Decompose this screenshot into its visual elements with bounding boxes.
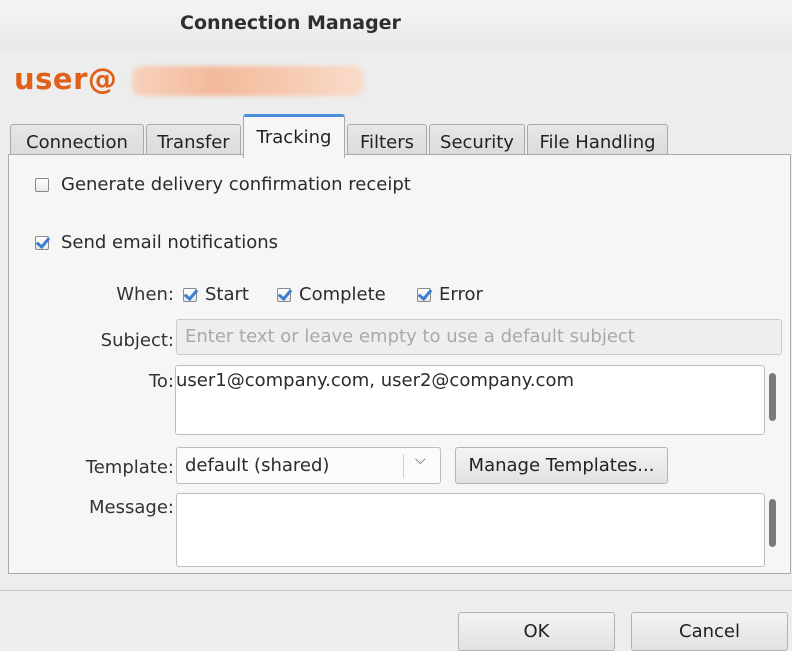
template-select[interactable]: default (shared) ⌵ xyxy=(176,447,441,484)
checkbox-checked-icon xyxy=(183,287,197,302)
when-error-checkbox[interactable]: Error xyxy=(417,284,483,305)
checkbox-checked-icon xyxy=(417,287,431,302)
to-scrollbar[interactable] xyxy=(769,373,776,421)
redacted-host xyxy=(132,66,364,96)
when-error-label: Error xyxy=(439,284,483,305)
subject-placeholder: Enter text or leave empty to use a defau… xyxy=(185,326,635,347)
subject-label: Subject: xyxy=(100,330,174,351)
delivery-receipt-label: Generate delivery confirmation receipt xyxy=(61,174,411,195)
when-label: When: xyxy=(116,284,174,305)
footer-divider xyxy=(0,590,792,591)
checkbox-checked-icon xyxy=(35,235,49,250)
select-divider xyxy=(403,454,404,478)
tab-tracking[interactable]: Tracking xyxy=(243,114,345,158)
connection-user-label: user@ xyxy=(14,62,118,96)
when-start-checkbox[interactable]: Start xyxy=(183,284,249,305)
checkbox-checked-icon xyxy=(277,287,291,302)
manage-templates-button[interactable]: Manage Templates... xyxy=(455,447,668,484)
email-notifications-label: Send email notifications xyxy=(61,232,279,253)
message-textarea[interactable] xyxy=(176,493,765,567)
when-start-label: Start xyxy=(205,284,249,305)
email-notifications-checkbox[interactable]: Send email notifications xyxy=(35,232,278,253)
delivery-receipt-checkbox[interactable]: Generate delivery confirmation receipt xyxy=(35,174,411,195)
checkbox-unchecked-icon xyxy=(35,177,49,192)
subject-input[interactable]: Enter text or leave empty to use a defau… xyxy=(176,319,782,355)
to-textarea[interactable]: user1@company.com, user2@company.com xyxy=(175,365,765,435)
template-label: Template: xyxy=(85,457,174,478)
tab-bar: Connection Transfer Tracking Filters Sec… xyxy=(10,114,670,160)
ok-button[interactable]: OK xyxy=(458,612,615,651)
message-label: Message: xyxy=(89,497,174,518)
when-complete-checkbox[interactable]: Complete xyxy=(277,284,386,305)
cancel-button[interactable]: Cancel xyxy=(631,612,788,651)
chevron-down-icon: ⌵ xyxy=(415,452,426,468)
when-complete-label: Complete xyxy=(299,284,386,305)
to-label: To: xyxy=(148,371,174,392)
message-scrollbar[interactable] xyxy=(769,499,776,547)
title-bar: Connection Manager xyxy=(0,0,792,52)
window-title: Connection Manager xyxy=(180,12,401,34)
tracking-panel: Generate delivery confirmation receipt S… xyxy=(8,154,791,574)
template-selected-value: default (shared) xyxy=(185,455,330,476)
to-value: user1@company.com, user2@company.com xyxy=(176,370,574,391)
